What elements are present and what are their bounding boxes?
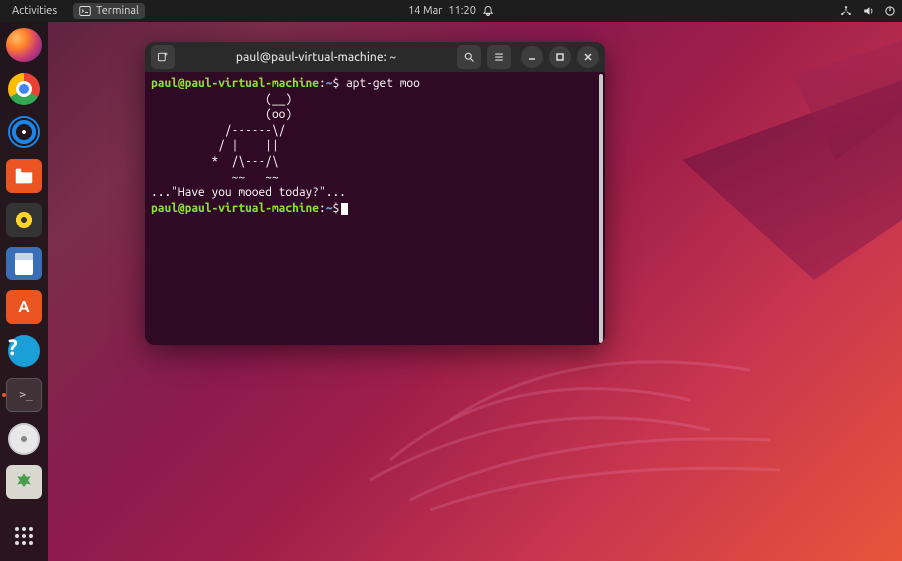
terminal-line: paul@paul-virtual-machine:~$ — [151, 201, 599, 217]
prompt-sep: : — [319, 77, 326, 90]
minimize-button[interactable] — [521, 46, 543, 68]
clock[interactable]: 14 Mar 11:20 — [408, 5, 494, 17]
new-tab-button[interactable] — [151, 45, 175, 69]
system-tray[interactable] — [840, 5, 896, 17]
wallpaper-shape — [792, 40, 902, 160]
dock — [0, 22, 48, 561]
dock-firefox[interactable] — [6, 28, 42, 62]
date-label: 14 Mar — [408, 5, 442, 17]
prompt-sep: : — [319, 202, 326, 215]
dock-help[interactable] — [6, 334, 42, 368]
ascii-art: (oo) — [151, 107, 599, 123]
dock-rhythmbox[interactable] — [6, 203, 42, 237]
cursor — [341, 203, 348, 215]
terminal-line: paul@paul-virtual-machine:~$ apt-get moo — [151, 76, 599, 92]
close-button[interactable] — [577, 46, 599, 68]
terminal-window: paul@paul-virtual-machine: ~ paul@paul-v… — [145, 42, 605, 345]
dock-libreoffice[interactable] — [6, 247, 42, 281]
volume-icon — [862, 5, 874, 17]
dock-trash[interactable] — [6, 465, 42, 499]
show-applications-button[interactable] — [6, 519, 42, 553]
ascii-art: ~~ ~~ — [151, 170, 599, 186]
ascii-art: * /\---/\ — [151, 154, 599, 170]
ascii-art: / | || — [151, 138, 599, 154]
prompt-symbol: $ — [332, 77, 339, 90]
menu-button[interactable] — [487, 45, 511, 69]
wallpaper-shape — [682, 80, 902, 280]
dock-chrome[interactable] — [6, 72, 42, 106]
dock-coach[interactable] — [6, 115, 42, 149]
ascii-art: /------\/ — [151, 123, 599, 139]
app-indicator[interactable]: Terminal — [73, 3, 145, 19]
grid-icon — [14, 526, 34, 546]
prompt-symbol: $ — [332, 202, 339, 215]
maximize-button[interactable] — [549, 46, 571, 68]
dock-disc[interactable] — [6, 422, 42, 456]
search-button[interactable] — [457, 45, 481, 69]
top-panel: Activities Terminal 14 Mar 11:20 — [0, 0, 902, 22]
dock-terminal[interactable] — [6, 378, 42, 412]
ascii-art: (__) — [151, 92, 599, 108]
prompt-user: paul@paul-virtual-machine — [151, 202, 319, 215]
notification-icon — [482, 5, 494, 17]
activities-button[interactable]: Activities — [6, 3, 63, 19]
dock-files[interactable] — [6, 159, 42, 193]
prompt-user: paul@paul-virtual-machine — [151, 77, 319, 90]
window-title: paul@paul-virtual-machine: ~ — [181, 51, 451, 64]
terminal-body[interactable]: paul@paul-virtual-machine:~$ apt-get moo… — [145, 72, 605, 345]
dock-software[interactable] — [6, 290, 42, 324]
output-text: ..."Have you mooed today?"... — [151, 185, 599, 201]
terminal-icon — [79, 5, 91, 17]
power-icon — [884, 5, 896, 17]
time-label: 11:20 — [448, 5, 476, 17]
app-indicator-label: Terminal — [96, 5, 139, 17]
network-icon — [840, 5, 852, 17]
titlebar[interactable]: paul@paul-virtual-machine: ~ — [145, 42, 605, 72]
command: apt-get moo — [346, 77, 420, 90]
